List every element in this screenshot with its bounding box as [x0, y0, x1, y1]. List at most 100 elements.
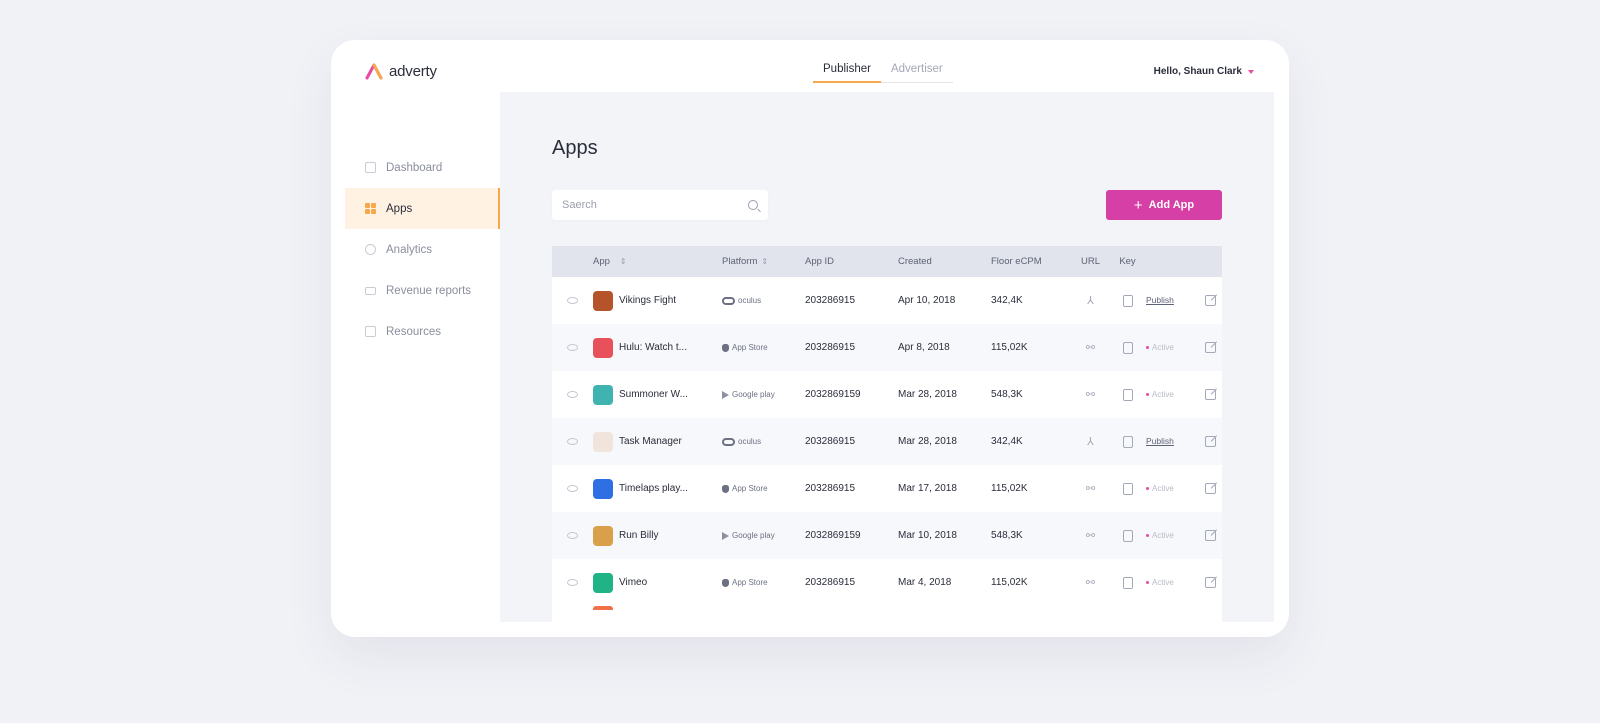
table-row[interactable]: Run Billy Google play 2032869159 Mar 10, 20…	[552, 512, 1222, 559]
platform-badge: App Store	[722, 578, 805, 587]
status-badge: Active	[1146, 484, 1199, 493]
app-id: 203286915	[805, 342, 856, 353]
created-date: Mar 28, 2018	[898, 436, 957, 447]
link-icon[interactable]: ⚯	[1086, 529, 1095, 542]
edit-icon[interactable]	[1205, 483, 1216, 494]
app-name[interactable]: Hulu: Watch t...	[619, 342, 687, 353]
table-row[interactable]: Vimeo App Store 203286915 Mar 4, 2018 115,02…	[552, 559, 1222, 606]
table-body: Vikings Fight oculus 203286915 Apr 10, 2018…	[552, 277, 1222, 606]
eye-icon[interactable]	[567, 532, 578, 539]
header-platform[interactable]: Platform ⇕	[722, 256, 805, 267]
link-icon[interactable]: ⚯	[1086, 482, 1095, 495]
header-floor-ecpm: Floor eCPM	[991, 256, 1042, 267]
app-name[interactable]: Task Manager	[619, 436, 682, 447]
sidebar-item-revenue-reports[interactable]: Revenue reports	[345, 270, 500, 311]
floor-ecpm: 115,02K	[991, 577, 1028, 588]
eye-icon[interactable]	[567, 344, 578, 351]
tab-advertiser[interactable]: Advertiser	[880, 57, 953, 83]
analytics-icon	[365, 244, 376, 255]
edit-icon[interactable]	[1205, 389, 1216, 400]
google-play-icon	[722, 531, 729, 540]
header-app-id: App ID	[805, 256, 835, 267]
status-label: Active	[1152, 484, 1174, 493]
app-name[interactable]: Timelaps play...	[619, 483, 688, 494]
edit-icon[interactable]	[1205, 295, 1216, 306]
key-icon[interactable]	[1122, 294, 1133, 307]
app-name[interactable]: Vimeo	[619, 577, 647, 588]
platform-label: Google play	[732, 390, 775, 399]
header-url: URL	[1080, 256, 1100, 267]
app-name[interactable]: Summoner W...	[619, 389, 688, 400]
key-icon[interactable]	[1122, 388, 1133, 401]
app-window: adverty Dashboard Apps Analytics Revenue…	[331, 40, 1289, 637]
header-app[interactable]: App ⇕	[593, 256, 722, 267]
platform-badge: oculus	[722, 437, 805, 446]
sidebar-item-analytics[interactable]: Analytics	[345, 229, 500, 270]
table-row[interactable]: Timelaps play... App Store 203286915 Mar 17…	[552, 465, 1222, 512]
link-icon[interactable]: ⚯	[1086, 388, 1095, 401]
user-greeting: Hello, Shaun Clark	[1153, 66, 1242, 77]
sort-icon: ⇕	[761, 257, 769, 266]
table-row[interactable]: Summoner W... Google play 2032869159 Mar 28…	[552, 371, 1222, 418]
eye-icon[interactable]	[567, 579, 578, 586]
user-menu[interactable]: Hello, Shaun Clark	[1154, 66, 1254, 77]
app-icon	[593, 290, 613, 311]
app-id: 2032869159	[805, 530, 861, 541]
app-icon	[593, 525, 613, 546]
table-row-partial	[552, 606, 1222, 622]
tab-publisher[interactable]: Publisher	[813, 57, 881, 83]
created-date: Apr 8, 2018	[898, 342, 950, 353]
key-icon[interactable]	[1122, 435, 1133, 448]
sidebar-item-label: Apps	[386, 202, 413, 215]
eye-icon[interactable]	[567, 391, 578, 398]
app-name[interactable]: Vikings Fight	[619, 295, 676, 306]
key-icon[interactable]	[1122, 576, 1133, 589]
status-badge: Active	[1146, 531, 1199, 540]
sidebar-item-resources[interactable]: Resources	[345, 311, 500, 352]
status-label: Active	[1152, 343, 1174, 352]
header-platform-label: Platform	[722, 256, 758, 267]
brand-logo[interactable]: adverty	[365, 62, 437, 80]
platform-badge: Google play	[722, 531, 805, 540]
edit-icon[interactable]	[1205, 530, 1216, 541]
eye-icon[interactable]	[567, 485, 578, 492]
google-play-icon	[722, 390, 729, 399]
publish-link[interactable]: Publish	[1146, 295, 1174, 305]
share-icon[interactable]: ⅄	[1087, 294, 1094, 307]
sidebar-item-apps[interactable]: Apps	[345, 188, 500, 229]
platform-badge: oculus	[722, 296, 805, 305]
sidebar-item-dashboard[interactable]: Dashboard	[345, 147, 500, 188]
key-icon[interactable]	[1122, 482, 1133, 495]
status-label: Active	[1152, 390, 1174, 399]
platform-badge: App Store	[722, 343, 805, 352]
platform-label: App Store	[732, 578, 768, 587]
table-row[interactable]: Hulu: Watch t... App Store 203286915 Apr 8,…	[552, 324, 1222, 371]
table-row[interactable]: Task Manager oculus 203286915 Mar 28, 2018 3…	[552, 418, 1222, 465]
key-icon[interactable]	[1122, 341, 1133, 354]
link-icon[interactable]: ⚯	[1086, 341, 1095, 354]
app-id: 203286915	[805, 577, 856, 588]
platform-badge: Google play	[722, 390, 805, 399]
created-date: Mar 17, 2018	[898, 483, 957, 494]
platform-label: oculus	[738, 296, 762, 305]
edit-icon[interactable]	[1205, 436, 1216, 447]
link-icon[interactable]: ⚯	[1086, 576, 1095, 589]
app-name[interactable]: Run Billy	[619, 530, 658, 541]
status-badge: Active	[1146, 390, 1199, 399]
key-icon[interactable]	[1122, 529, 1133, 542]
eye-icon[interactable]	[567, 297, 578, 304]
created-date: Mar 28, 2018	[898, 389, 957, 400]
header-key: Key	[1119, 256, 1136, 267]
publish-link[interactable]: Publish	[1146, 436, 1174, 446]
edit-icon[interactable]	[1205, 342, 1216, 353]
table-row[interactable]: Vikings Fight oculus 203286915 Apr 10, 2018…	[552, 277, 1222, 324]
status-label: Active	[1152, 578, 1174, 587]
table-header: App ⇕ Platform ⇕ App ID Created Floor eCPM…	[552, 246, 1222, 277]
edit-icon[interactable]	[1205, 577, 1216, 588]
add-app-button[interactable]: + Add App	[1106, 190, 1222, 220]
role-switch: Publisher Advertiser	[813, 57, 953, 83]
search-input[interactable]	[562, 199, 748, 211]
search-icon[interactable]	[748, 200, 758, 210]
share-icon[interactable]: ⅄	[1087, 435, 1094, 448]
eye-icon[interactable]	[567, 438, 578, 445]
